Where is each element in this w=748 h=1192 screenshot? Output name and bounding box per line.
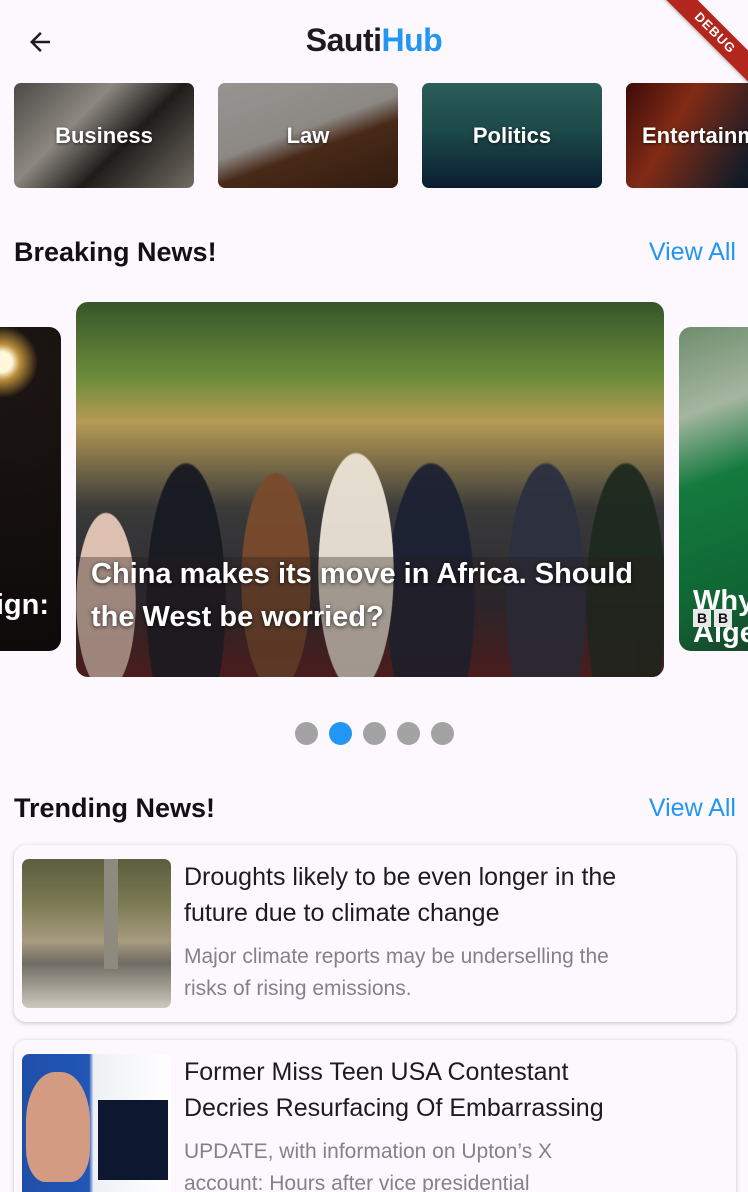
- thumbnail-detail: [104, 859, 118, 969]
- category-strip: Business Law Politics Entertainment: [14, 83, 748, 188]
- app-title-part2: Hub: [381, 22, 443, 58]
- breaking-view-all-link[interactable]: View All: [649, 238, 736, 267]
- article-thumbnail: [22, 859, 171, 1008]
- trending-news-header: Trending News! View All: [14, 788, 736, 828]
- article-description: UPDATE, with information on Upton’s X ac…: [184, 1140, 553, 1192]
- carousel-dot[interactable]: [396, 722, 420, 745]
- carousel-slide-current[interactable]: China makes its move in Africa. Should t…: [76, 302, 664, 677]
- category-law[interactable]: Law: [218, 83, 398, 188]
- carousel-dot-active[interactable]: [328, 722, 352, 745]
- section-title: Breaking News!: [14, 236, 217, 267]
- category-label: Law: [286, 122, 330, 148]
- slide-caption: China makes its move in Africa. Should t…: [91, 558, 634, 633]
- category-politics[interactable]: Politics: [422, 83, 602, 188]
- article-title: Droughts likely to be even longer in the…: [184, 863, 617, 927]
- source-logo-letter: B: [693, 609, 711, 627]
- slide-caption: ign:: [0, 589, 49, 621]
- trending-article-card[interactable]: Droughts likely to be even longer in the…: [14, 845, 736, 1022]
- trending-view-all-link[interactable]: View All: [649, 794, 736, 823]
- category-label: Business: [55, 122, 153, 148]
- trending-article-card[interactable]: Former Miss Teen USA Contestant Decries …: [14, 1040, 736, 1192]
- article-title: Former Miss Teen USA Contestant Decries …: [184, 1058, 604, 1122]
- thumbnail-detail: [98, 1100, 168, 1180]
- source-logo-letter: B: [714, 609, 732, 627]
- source-logo: B B: [693, 609, 732, 627]
- category-entertainment[interactable]: Entertainment: [626, 83, 748, 188]
- breaking-news-header: Breaking News! View All: [14, 232, 736, 272]
- category-business[interactable]: Business: [14, 83, 194, 188]
- carousel-dot[interactable]: [362, 722, 386, 745]
- news-home-screen: SautiHub DEBUG Business Law Politics Ent…: [0, 0, 748, 1192]
- category-label: Politics: [472, 122, 552, 148]
- article-thumbnail: [22, 1054, 171, 1192]
- carousel-slide-previous[interactable]: ign:: [0, 327, 61, 651]
- app-title-part1: Sauti: [305, 22, 382, 58]
- app-bar: SautiHub DEBUG: [0, 0, 748, 94]
- thumbnail-detail: [26, 1072, 90, 1182]
- carousel-slide-next[interactable]: Why Alge B B: [679, 327, 748, 651]
- article-description: Major climate reports may be undersellin…: [184, 945, 609, 1000]
- carousel-dot[interactable]: [430, 722, 454, 745]
- breaking-news-carousel[interactable]: ign: China makes its move in Africa. Sho…: [0, 300, 748, 680]
- section-title: Trending News!: [14, 792, 216, 823]
- carousel-indicator: [0, 722, 748, 745]
- category-label: Entertainment: [642, 122, 748, 148]
- carousel-dot[interactable]: [294, 722, 318, 745]
- app-title: SautiHub: [0, 22, 748, 59]
